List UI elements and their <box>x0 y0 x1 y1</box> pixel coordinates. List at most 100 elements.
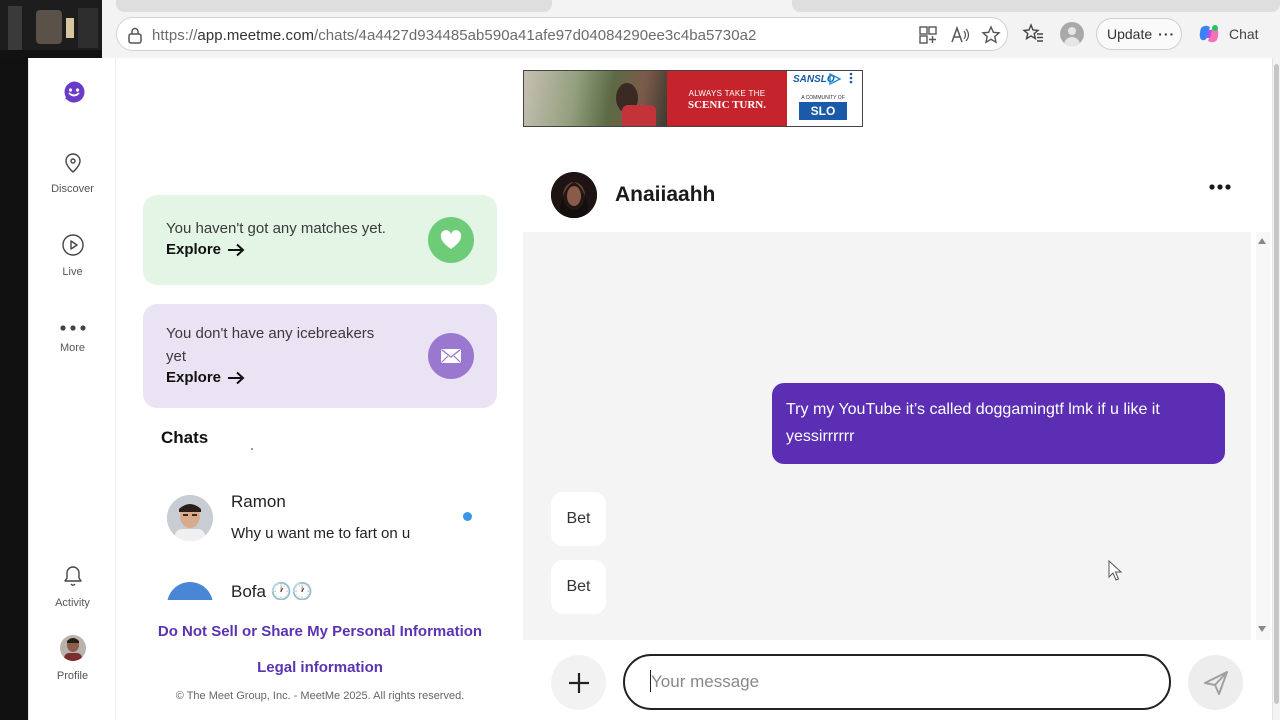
icebreakers-message: You don't have any icebreakers yet <box>166 322 374 368</box>
message-thread[interactable]: Try my YouTube it’s called doggamingtf l… <box>523 232 1251 640</box>
chat-list: Ramon Why u want me to fart on u Bofa 🕐🕐 <box>143 478 503 600</box>
chat-contact-name: Ramon <box>231 492 286 511</box>
nav-activity[interactable]: Activity <box>29 564 116 609</box>
arrow-right-icon <box>228 243 245 256</box>
more-dots-icon: ··· <box>1158 26 1176 42</box>
unread-indicator <box>463 512 472 521</box>
icebreakers-card[interactable]: You don't have any icebreakers yet Explo… <box>143 304 497 408</box>
side-navigation: Discover Live More Activity Profile <box>29 58 116 720</box>
conversation-menu-icon[interactable] <box>1209 184 1231 190</box>
nav-more[interactable]: More <box>29 320 116 354</box>
browser-toolbar: https://app.meetme.com/chats/4a4427d9344… <box>0 0 1280 58</box>
matches-message: You haven't got any matches yet. <box>166 220 386 237</box>
scrollbar-thumb[interactable] <box>1274 64 1279 704</box>
url-path: /chats/4a4427d934485ab590a41afe97d040842… <box>314 27 757 44</box>
copilot-icon[interactable] <box>1197 22 1221 46</box>
nav-discover[interactable]: Discover <box>29 152 116 195</box>
nav-discover-label: Discover <box>51 183 94 195</box>
avatar-body-shape <box>1064 37 1080 46</box>
favorites-icon[interactable] <box>1022 22 1044 44</box>
webcam-shape <box>0 50 102 58</box>
window-edge <box>0 58 28 720</box>
chat-list-item[interactable]: Ramon Why u want me to fart on u <box>167 478 487 578</box>
outgoing-message: Try my YouTube it’s called doggamingtf l… <box>772 383 1225 464</box>
icebreakers-explore-link[interactable]: Explore <box>166 369 245 386</box>
copilot-chat-label[interactable]: Chat <box>1229 26 1259 42</box>
matches-card[interactable]: You haven't got any matches yet. Explore <box>143 195 497 285</box>
incoming-message: Bet <box>551 560 606 614</box>
browser-tab[interactable] <box>792 0 1280 12</box>
ad-photo-shape <box>622 105 656 126</box>
nav-more-label: More <box>59 342 86 354</box>
ad-menu-icon[interactable] <box>849 72 853 84</box>
left-panel: You haven't got any matches yet. Explore… <box>143 58 503 720</box>
chat-contact-name: Bofa 🕐🕐 <box>231 582 313 600</box>
message-scrollbar[interactable] <box>1256 232 1270 640</box>
nav-profile-label: Profile <box>56 670 89 682</box>
ad-banner[interactable]: ALWAYS TAKE THE SCENIC TURN. SANSLO A CO… <box>523 70 863 127</box>
url-scheme: https:// <box>152 27 198 44</box>
bell-icon <box>63 566 82 586</box>
scroll-up-icon[interactable] <box>1258 238 1266 244</box>
explore-label: Explore <box>166 241 222 258</box>
text-caret <box>650 670 651 692</box>
favorite-star-icon[interactable] <box>981 25 1001 45</box>
meetme-logo-icon[interactable] <box>62 80 86 104</box>
profile-avatar <box>59 635 86 661</box>
ad-tagline-top: ALWAYS TAKE THE <box>688 89 766 98</box>
chat-avatar <box>167 582 213 600</box>
page-scrollbar[interactable] <box>1272 58 1280 720</box>
ad-tagline-panel: ALWAYS TAKE THE SCENIC TURN. <box>667 71 787 126</box>
address-bar[interactable]: https://app.meetme.com/chats/4a4427d9344… <box>116 17 1008 51</box>
browser-update-button[interactable]: Update ··· <box>1096 18 1182 50</box>
chats-separator-dot <box>251 448 253 450</box>
play-circle-icon <box>61 234 84 256</box>
attach-button[interactable] <box>551 655 606 710</box>
adchoices-icon[interactable] <box>828 73 842 85</box>
webcam-shape <box>36 10 62 44</box>
contact-avatar[interactable] <box>551 172 597 218</box>
nav-profile[interactable]: Profile <box>29 635 116 682</box>
url-text[interactable]: https://app.meetme.com/chats/4a4427d9344… <box>152 27 756 44</box>
matches-explore-link[interactable]: Explore <box>166 241 245 258</box>
ad-tagline-main: SCENIC TURN. <box>687 99 767 111</box>
webcam-overlay <box>0 0 102 58</box>
chats-heading: Chats <box>161 428 209 447</box>
location-pin-icon <box>64 153 81 173</box>
chat-name-emoji: 🕐🕐 <box>270 582 314 600</box>
avatar-photo <box>167 495 213 541</box>
scroll-down-icon[interactable] <box>1258 626 1266 632</box>
webcam-shape <box>78 8 98 48</box>
chat-avatar <box>167 495 213 541</box>
url-domain: app.meetme.com <box>197 27 315 44</box>
avatar-head-shape <box>1068 27 1076 35</box>
chat-name-text: Bofa <box>231 582 266 600</box>
webcam-shape <box>8 6 22 50</box>
incoming-message: Bet <box>551 492 606 546</box>
more-dots-icon <box>59 325 86 331</box>
read-aloud-icon[interactable] <box>950 25 970 45</box>
heart-icon <box>440 230 462 249</box>
legal-information-link[interactable]: Legal information <box>143 659 497 676</box>
send-button[interactable] <box>1188 655 1243 710</box>
browser-tab[interactable] <box>116 0 552 12</box>
heart-badge <box>428 217 474 263</box>
plus-icon <box>568 672 589 693</box>
envelope-icon <box>441 349 461 363</box>
copyright-text: © The Meet Group, Inc. - MeetMe 2025. Al… <box>175 690 465 702</box>
nav-activity-label: Activity <box>55 597 90 609</box>
explore-label: Explore <box>166 369 222 386</box>
update-label: Update <box>1107 26 1153 42</box>
conversation-header: Anaiiaahh <box>523 168 1251 232</box>
icebreakers-line1: You don't have any icebreakers <box>166 325 375 342</box>
contact-name[interactable]: Anaiiaahh <box>615 183 715 207</box>
message-input[interactable] <box>623 654 1171 710</box>
lock-icon[interactable] <box>127 26 143 44</box>
nav-live[interactable]: Live <box>29 233 116 278</box>
do-not-sell-link[interactable]: Do Not Sell or Share My Personal Informa… <box>143 623 497 640</box>
browser-profile-avatar[interactable] <box>1060 22 1084 46</box>
app-grid-icon[interactable] <box>918 25 938 45</box>
meetme-app: Discover Live More Activity Profile You … <box>28 58 1272 720</box>
chat-list-item[interactable]: Bofa 🕐🕐 <box>167 578 487 600</box>
avatar-photo <box>551 172 597 218</box>
